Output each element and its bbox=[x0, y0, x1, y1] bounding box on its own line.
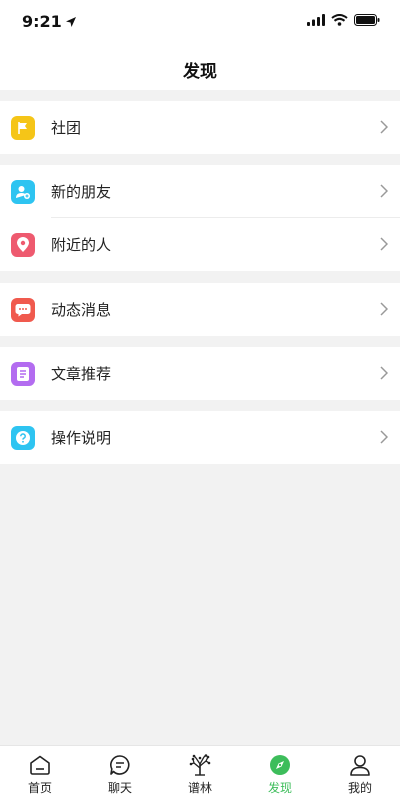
home-icon bbox=[29, 754, 51, 776]
tree-icon bbox=[187, 754, 213, 776]
add-friend-icon bbox=[11, 180, 35, 204]
page-title: 发现 bbox=[183, 62, 217, 82]
chevron-right-icon bbox=[380, 184, 388, 198]
status-bar: 9:21 bbox=[0, 0, 400, 44]
tab-label: 我的 bbox=[347, 781, 372, 795]
menu-item-new-friends[interactable]: 新的朋友 bbox=[0, 165, 400, 218]
flag-icon bbox=[11, 116, 35, 140]
chevron-right-icon bbox=[380, 366, 388, 380]
menu-item-label: 动态消息 bbox=[51, 301, 112, 319]
compass-icon bbox=[269, 754, 291, 776]
location-pin-icon bbox=[11, 233, 35, 257]
menu-item-label: 附近的人 bbox=[51, 236, 112, 254]
status-time-text: 9:21 bbox=[22, 12, 62, 31]
menu-group-club: 社团 bbox=[0, 101, 400, 154]
nav-bar: 发现 bbox=[0, 44, 400, 90]
menu-item-articles[interactable]: 文章推荐 bbox=[0, 347, 400, 400]
chevron-right-icon bbox=[380, 120, 388, 134]
tab-discover[interactable]: 发现 bbox=[240, 746, 320, 800]
menu-item-help[interactable]: 操作说明 bbox=[0, 411, 400, 464]
tab-home[interactable]: 首页 bbox=[0, 746, 80, 800]
menu-item-label: 操作说明 bbox=[51, 429, 112, 447]
document-icon bbox=[11, 362, 35, 386]
menu-group-help: 操作说明 bbox=[0, 411, 400, 464]
help-icon bbox=[11, 426, 35, 450]
tab-me[interactable]: 我的 bbox=[320, 746, 400, 800]
menu-item-nearby-people[interactable]: 附近的人 bbox=[0, 218, 400, 271]
tab-chat[interactable]: 聊天 bbox=[80, 746, 160, 800]
menu-item-label: 社团 bbox=[51, 119, 82, 137]
status-icons bbox=[307, 14, 380, 26]
menu-item-label: 新的朋友 bbox=[51, 183, 112, 201]
menu-item-club[interactable]: 社团 bbox=[0, 101, 400, 154]
chat-bubble-icon bbox=[11, 298, 35, 322]
menu-group-articles: 文章推荐 bbox=[0, 347, 400, 400]
tab-bar: 首页 聊天 谱林 发现 我的 bbox=[0, 745, 400, 800]
chat-icon bbox=[109, 754, 131, 776]
location-arrow-icon bbox=[65, 16, 76, 27]
wifi-icon bbox=[331, 14, 348, 26]
tab-label: 谱林 bbox=[187, 781, 212, 795]
battery-icon bbox=[354, 14, 380, 26]
chevron-right-icon bbox=[380, 430, 388, 444]
menu-item-label: 文章推荐 bbox=[51, 365, 112, 383]
menu-group-moments: 动态消息 bbox=[0, 283, 400, 336]
menu-item-moments[interactable]: 动态消息 bbox=[0, 283, 400, 336]
menu-group-friends: 新的朋友 附近的人 bbox=[0, 165, 400, 271]
status-time: 9:21 bbox=[22, 12, 77, 31]
tab-label: 发现 bbox=[267, 781, 292, 795]
chevron-right-icon bbox=[380, 237, 388, 251]
tab-label: 首页 bbox=[27, 781, 52, 795]
tab-label: 聊天 bbox=[107, 781, 132, 795]
cellular-signal-icon bbox=[307, 14, 325, 26]
chevron-right-icon bbox=[380, 302, 388, 316]
person-icon bbox=[349, 754, 371, 776]
tab-pulin[interactable]: 谱林 bbox=[160, 746, 240, 800]
